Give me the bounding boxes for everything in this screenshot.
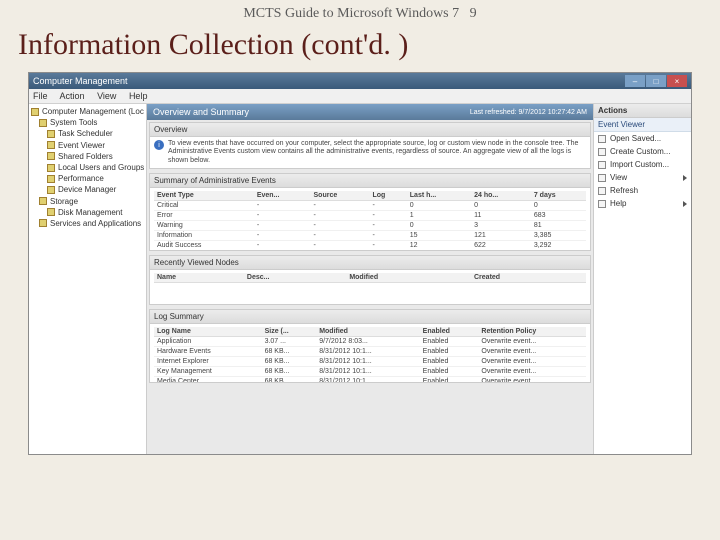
action-item[interactable]: Import Custom...	[594, 158, 691, 171]
table-row[interactable]: Key Management68 KB...8/31/2012 10:1...E…	[154, 367, 586, 377]
log-summary-table: Log NameSize (...ModifiedEnabledRetentio…	[154, 327, 586, 382]
table-row[interactable]: Warning---0381	[154, 221, 586, 231]
close-button[interactable]: ×	[667, 75, 687, 87]
log-summary-section: Log Summary Log NameSize (...ModifiedEna…	[149, 309, 591, 383]
info-icon: i	[154, 140, 164, 150]
overview-body: i To view events that have occurred on y…	[150, 137, 590, 168]
log-summary-header[interactable]: Log Summary	[150, 310, 590, 324]
window-title: Computer Management	[33, 76, 128, 86]
tree-storage[interactable]: Storage	[31, 196, 144, 207]
menubar: File Action View Help	[29, 89, 691, 104]
tree-shared-folders[interactable]: Shared Folders	[31, 151, 144, 162]
menu-file[interactable]: File	[33, 91, 48, 101]
action-icon	[598, 174, 606, 182]
screenshot-window: Computer Management – □ × File Action Vi…	[28, 72, 692, 455]
recent-table: NameDesc...ModifiedCreated	[154, 273, 586, 283]
table-row[interactable]: Application3.07 ...9/7/2012 8:03...Enabl…	[154, 337, 586, 347]
tree-services-apps[interactable]: Services and Applications	[31, 218, 144, 229]
tree-local-users[interactable]: Local Users and Groups	[31, 162, 144, 173]
summary-admin-section: Summary of Administrative Events Event T…	[149, 173, 591, 251]
action-icon	[598, 187, 606, 195]
refresh-time: Last refreshed: 9/7/2012 10:27:42 AM	[470, 109, 587, 116]
table-row[interactable]: Hardware Events68 KB...8/31/2012 10:1...…	[154, 347, 586, 357]
tree-pane: Computer Management (Local) System Tools…	[29, 104, 147, 454]
action-item[interactable]: Create Custom...	[594, 145, 691, 158]
chevron-right-icon	[683, 201, 687, 207]
action-icon	[598, 135, 606, 143]
page-title: Information Collection (cont'd. )	[0, 24, 720, 72]
action-item[interactable]: View	[594, 171, 691, 184]
chevron-right-icon	[683, 175, 687, 181]
recent-section: Recently Viewed Nodes NameDesc...Modifie…	[149, 255, 591, 305]
table-row[interactable]: Audit Success---126223,292	[154, 241, 586, 251]
table-row[interactable]: Critical---000	[154, 201, 586, 211]
action-item[interactable]: Refresh	[594, 184, 691, 197]
table-row[interactable]: Error---111683	[154, 211, 586, 221]
summary-admin-table: Event TypeEven...SourceLogLast h...24 ho…	[154, 191, 586, 250]
tree-root[interactable]: Computer Management (Local)	[31, 106, 144, 117]
center-pane: Overview and Summary Last refreshed: 9/7…	[147, 104, 593, 454]
actions-title: Actions	[594, 104, 691, 118]
tree-system-tools[interactable]: System Tools	[31, 117, 144, 128]
menu-view[interactable]: View	[97, 91, 116, 101]
table-row[interactable]: Information---151213,385	[154, 231, 586, 241]
table-row[interactable]: Internet Explorer68 KB...8/31/2012 10:1.…	[154, 357, 586, 367]
table-row[interactable]: Media Center68 KB...8/31/2012 10:1...Ena…	[154, 377, 586, 383]
overview-section: Overview i To view events that have occu…	[149, 122, 591, 169]
maximize-button[interactable]: □	[646, 75, 666, 87]
actions-section: Event Viewer	[594, 118, 691, 132]
tree-device-manager[interactable]: Device Manager	[31, 184, 144, 195]
actions-pane: Actions Event Viewer Open Saved...Create…	[593, 104, 691, 454]
action-item[interactable]: Help	[594, 197, 691, 210]
center-header: Overview and Summary Last refreshed: 9/7…	[147, 104, 593, 120]
action-icon	[598, 200, 606, 208]
tree-disk-mgmt[interactable]: Disk Management	[31, 207, 144, 218]
menu-action[interactable]: Action	[60, 91, 85, 101]
tree-performance[interactable]: Performance	[31, 173, 144, 184]
action-icon	[598, 161, 606, 169]
summary-admin-header[interactable]: Summary of Administrative Events	[150, 174, 590, 188]
slide-header: MCTS Guide to Microsoft Windows 7 9	[0, 0, 720, 24]
tree-event-viewer[interactable]: Event Viewer	[31, 140, 144, 151]
titlebar: Computer Management – □ ×	[29, 73, 691, 89]
action-item[interactable]: Open Saved...	[594, 132, 691, 145]
overview-header[interactable]: Overview	[150, 123, 590, 137]
menu-help[interactable]: Help	[129, 91, 148, 101]
tree-task-scheduler[interactable]: Task Scheduler	[31, 128, 144, 139]
action-icon	[598, 148, 606, 156]
recent-header[interactable]: Recently Viewed Nodes	[150, 256, 590, 270]
minimize-button[interactable]: –	[625, 75, 645, 87]
